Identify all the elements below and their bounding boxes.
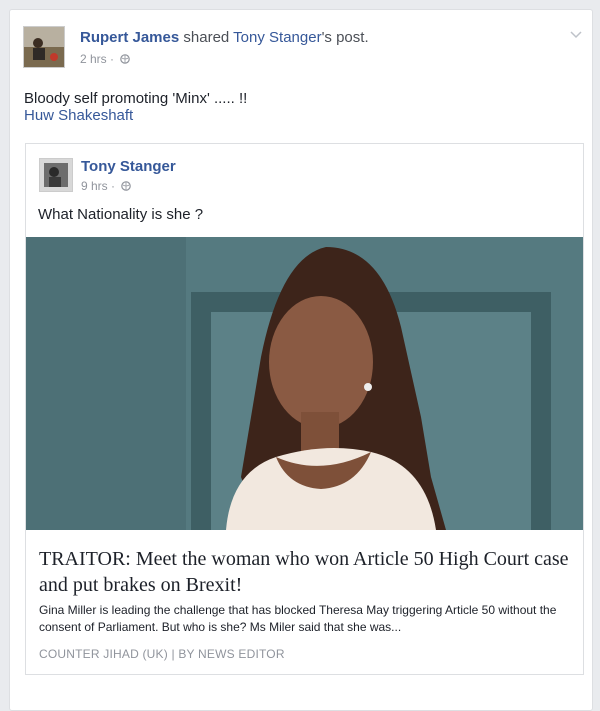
shared-post-text: What Nationality is she ? — [38, 206, 204, 223]
post-timestamp[interactable]: 2 hrs — [80, 52, 107, 66]
shared-from-link[interactable]: Tony Stanger — [233, 29, 321, 46]
meta-separator: · — [110, 52, 118, 66]
post-meta: 2 hrs · — [80, 52, 131, 66]
share-action: shared — [183, 29, 230, 46]
post-header: Rupert James shared Tony Stanger's post. — [80, 29, 369, 46]
shared-post: Tony Stanger 9 hrs · What Nationality is… — [25, 143, 584, 675]
globe-icon[interactable] — [121, 180, 132, 191]
link-source: COUNTER JIHAD (UK) | BY NEWS EDITOR — [39, 647, 285, 661]
shared-post-timestamp[interactable]: 9 hrs — [81, 179, 108, 193]
shared-author-avatar[interactable] — [39, 158, 73, 192]
link-preview-image[interactable] — [26, 237, 583, 530]
shared-post-meta: 9 hrs · — [81, 179, 132, 193]
meta-separator: · — [111, 179, 119, 193]
globe-icon[interactable] — [120, 53, 131, 64]
link-headline[interactable]: TRAITOR: Meet the woman who won Article … — [39, 546, 569, 598]
link-description: Gina Miller is leading the challenge tha… — [39, 603, 557, 634]
shared-suffix: 's post. — [321, 29, 369, 46]
shared-author-name[interactable]: Tony Stanger — [81, 158, 176, 175]
author-avatar[interactable] — [23, 26, 65, 68]
post-card: Rupert James shared Tony Stanger's post.… — [9, 9, 593, 711]
post-text: Bloody self promoting 'Minx' ..... !! — [24, 90, 248, 107]
chevron-down-icon[interactable] — [570, 26, 582, 44]
author-name[interactable]: Rupert James — [80, 29, 179, 46]
tagged-user-link[interactable]: Huw Shakeshaft — [24, 107, 133, 124]
